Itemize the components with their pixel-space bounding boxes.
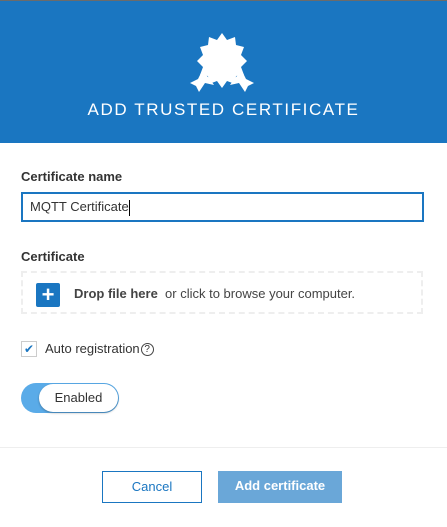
certificate-badge-icon: [190, 33, 254, 92]
text-caret: [128, 199, 130, 216]
dropzone-text: Drop file here or click to browse your c…: [74, 286, 355, 301]
checkmark-icon: ✔: [23, 342, 35, 356]
certificate-label: Certificate: [21, 249, 85, 264]
dialog-header: ADD TRUSTED CERTIFICATE: [0, 0, 447, 143]
help-icon[interactable]: ?: [140, 343, 154, 356]
add-certificate-button[interactable]: Add certificate: [218, 471, 342, 503]
drop-hint: or click to browse your computer.: [165, 286, 356, 301]
file-dropzone[interactable]: + Drop file here or click to browse your…: [21, 271, 423, 314]
input-value: MQTT Certificate: [30, 199, 129, 214]
drop-bold: Drop file here: [74, 286, 158, 301]
dialog-title: ADD TRUSTED CERTIFICATE: [87, 100, 360, 119]
plus-icon: +: [36, 283, 60, 307]
auto-registration-row: Auto registration?: [45, 341, 154, 356]
auto-registration-label: Auto registration: [45, 341, 140, 356]
footer-divider: [0, 447, 447, 448]
certificate-name-label: Certificate name: [21, 169, 123, 184]
toggle-knob: Enabled: [39, 384, 118, 412]
auto-registration-checkbox[interactable]: ✔: [21, 341, 37, 357]
enabled-toggle[interactable]: Enabled: [21, 383, 119, 413]
certificate-name-input[interactable]: MQTT Certificate: [21, 192, 424, 222]
cancel-button[interactable]: Cancel: [102, 471, 202, 503]
